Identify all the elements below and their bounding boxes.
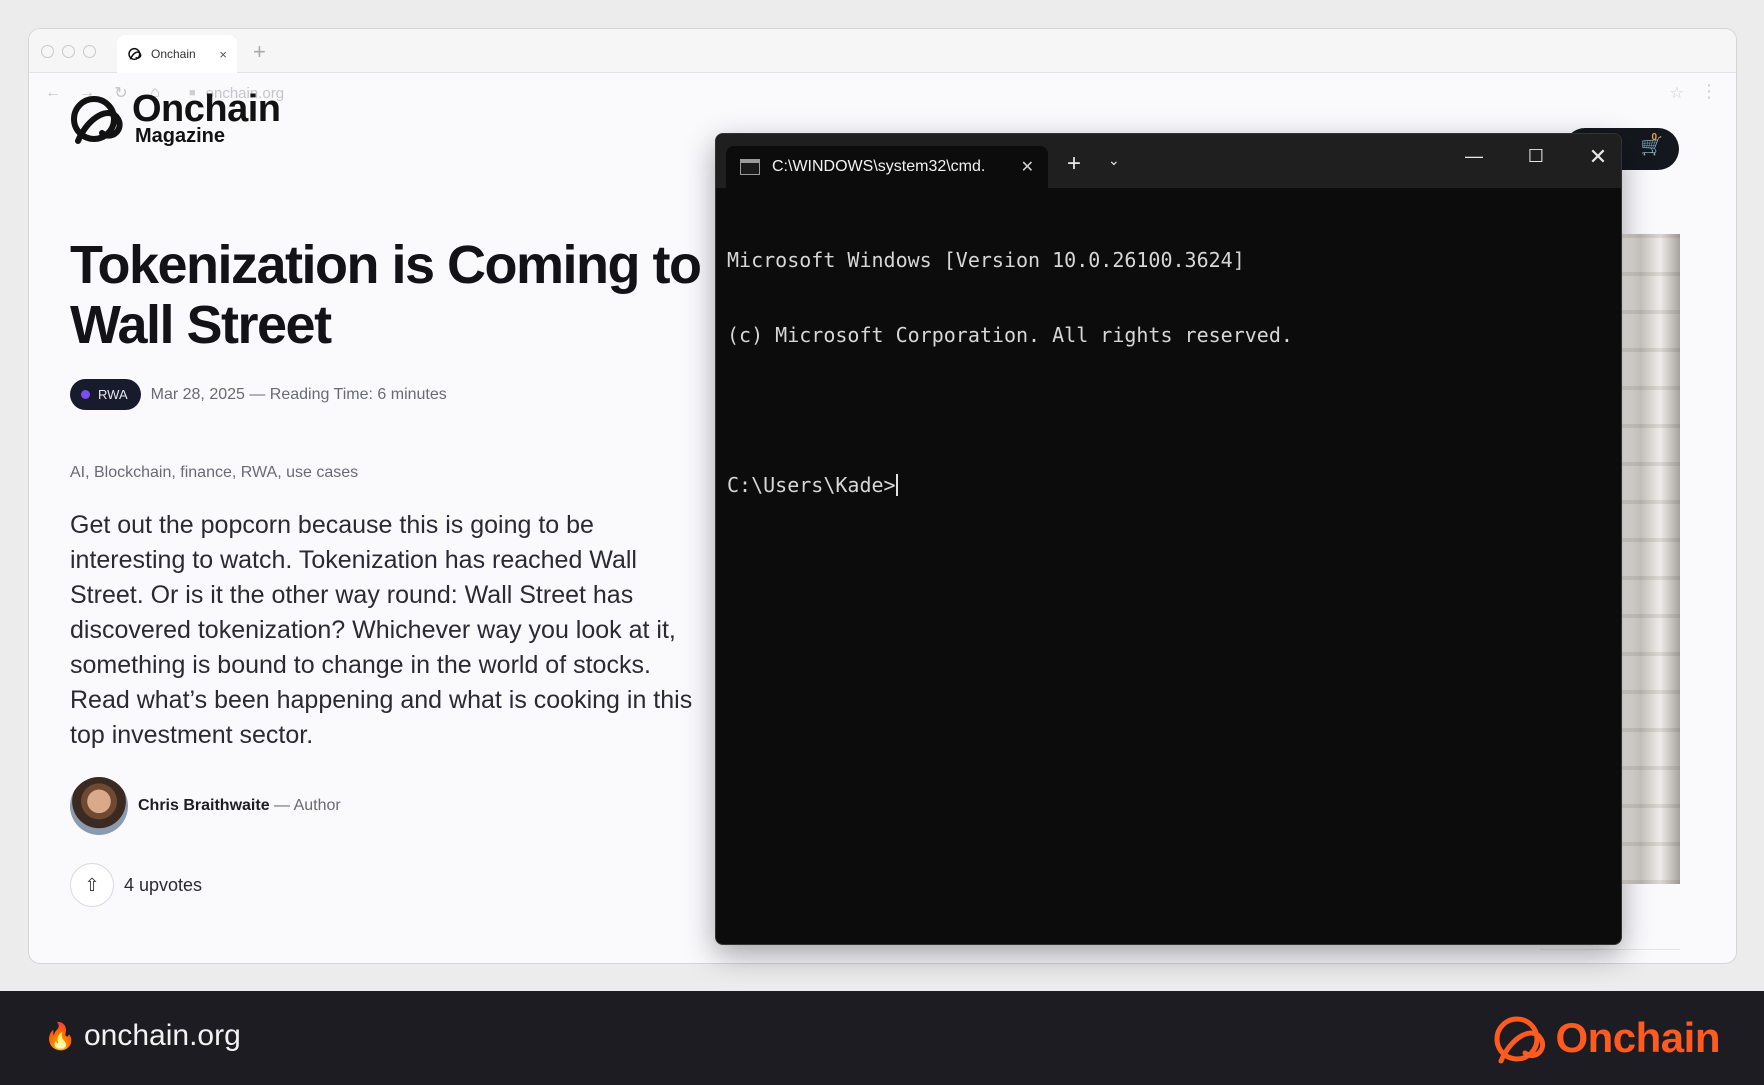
tab-bar: Onchain × + (29, 29, 1736, 73)
footer-url[interactable]: onchain.org (84, 1019, 241, 1053)
fire-icon: 🔥 (44, 1021, 77, 1051)
category-badge[interactable]: RWA (70, 379, 141, 410)
cmd-window[interactable]: C:\WINDOWS\system32\cmd. ✕ + ⌄ — ☐ ✕ Mic… (715, 133, 1622, 945)
footer-bar: 🔥 onchain.org Onchain (0, 991, 1764, 1085)
author-block: Chris Braithwaite — Author (70, 777, 341, 835)
close-window-button[interactable] (41, 45, 54, 58)
onchain-logo-icon (1494, 1016, 1546, 1064)
window-controls (41, 45, 96, 58)
minimize-window-button[interactable] (62, 45, 75, 58)
article-intro: Get out the popcorn because this is goin… (70, 511, 693, 749)
article-tags[interactable]: AI, Blockchain, finance, RWA, use cases (70, 464, 358, 482)
upvote-button[interactable]: ⇧ (70, 863, 114, 907)
cmd-output-line: (c) Microsoft Corporation. All rights re… (727, 323, 1293, 347)
tab-close-icon[interactable]: × (219, 47, 227, 62)
terminal-icon (740, 159, 760, 175)
divider (1540, 949, 1680, 950)
footer-logo[interactable]: Onchain (1493, 1011, 1720, 1065)
browser-menu-icon[interactable]: ⋮ (1700, 81, 1718, 102)
cmd-prompt: C:\Users\Kade> (727, 473, 896, 497)
cmd-tab-title: C:\WINDOWS\system32\cmd. (772, 158, 986, 175)
upvote-arrow-icon: ⇧ (84, 874, 100, 895)
cmd-prompt-line[interactable]: C:\Users\Kade> (727, 473, 1611, 498)
cmd-blank-line (727, 398, 1611, 423)
article-meta: RWA Mar 28, 2025 — Reading Time: 6 minut… (70, 379, 447, 410)
address-bar: ← → ↻ ⌂ ■ onchain.org ☆ ⋮ (29, 73, 1736, 113)
zoom-window-button[interactable] (83, 45, 96, 58)
tab-title: Onchain (151, 47, 196, 61)
badge-dot-icon (81, 390, 90, 399)
upvote-block: ⇧ 4 upvotes (70, 863, 202, 907)
cmd-dropdown-chevron-icon[interactable]: ⌄ (1108, 152, 1120, 169)
cmd-titlebar[interactable]: C:\WINDOWS\system32\cmd. ✕ + ⌄ — ☐ ✕ (716, 134, 1621, 188)
browser-tab[interactable]: Onchain × (117, 35, 237, 73)
site-logo[interactable]: Onchain Magazine (70, 90, 281, 146)
cmd-close-button[interactable]: ✕ (1575, 144, 1621, 170)
logo-name: Onchain (132, 88, 281, 130)
onchain-logo-icon (71, 96, 123, 144)
new-tab-button[interactable]: + (253, 39, 266, 65)
cmd-tab-close-icon[interactable]: ✕ (1021, 157, 1034, 177)
cmd-minimize-button[interactable]: — (1451, 146, 1497, 167)
author-name[interactable]: Chris Braithwaite (138, 797, 270, 814)
upvote-count: 4 upvotes (124, 874, 203, 895)
article-date-reading-time: Mar 28, 2025 — Reading Time: 6 minutes (150, 385, 447, 403)
cmd-tab[interactable]: C:\WINDOWS\system32\cmd. ✕ (726, 146, 1048, 188)
cmd-output[interactable]: Microsoft Windows [Version 10.0.26100.36… (727, 198, 1611, 944)
bookmark-star-icon[interactable]: ☆ (1670, 83, 1684, 103)
author-avatar[interactable] (70, 777, 128, 835)
footer-logo-text: Onchain (1555, 1014, 1720, 1061)
badge-label: RWA (98, 387, 128, 402)
cart-count: 0 (1651, 132, 1657, 143)
article-title: Tokenization is Coming to Wall Street (70, 235, 702, 355)
author-role: — Author (274, 797, 341, 814)
cmd-new-tab-button[interactable]: + (1067, 150, 1081, 178)
cmd-output-line: Microsoft Windows [Version 10.0.26100.36… (727, 248, 1245, 272)
onchain-favicon-icon (128, 47, 142, 61)
back-icon[interactable]: ← (43, 84, 63, 102)
cmd-maximize-button[interactable]: ☐ (1513, 146, 1559, 167)
text-cursor (895, 474, 898, 496)
